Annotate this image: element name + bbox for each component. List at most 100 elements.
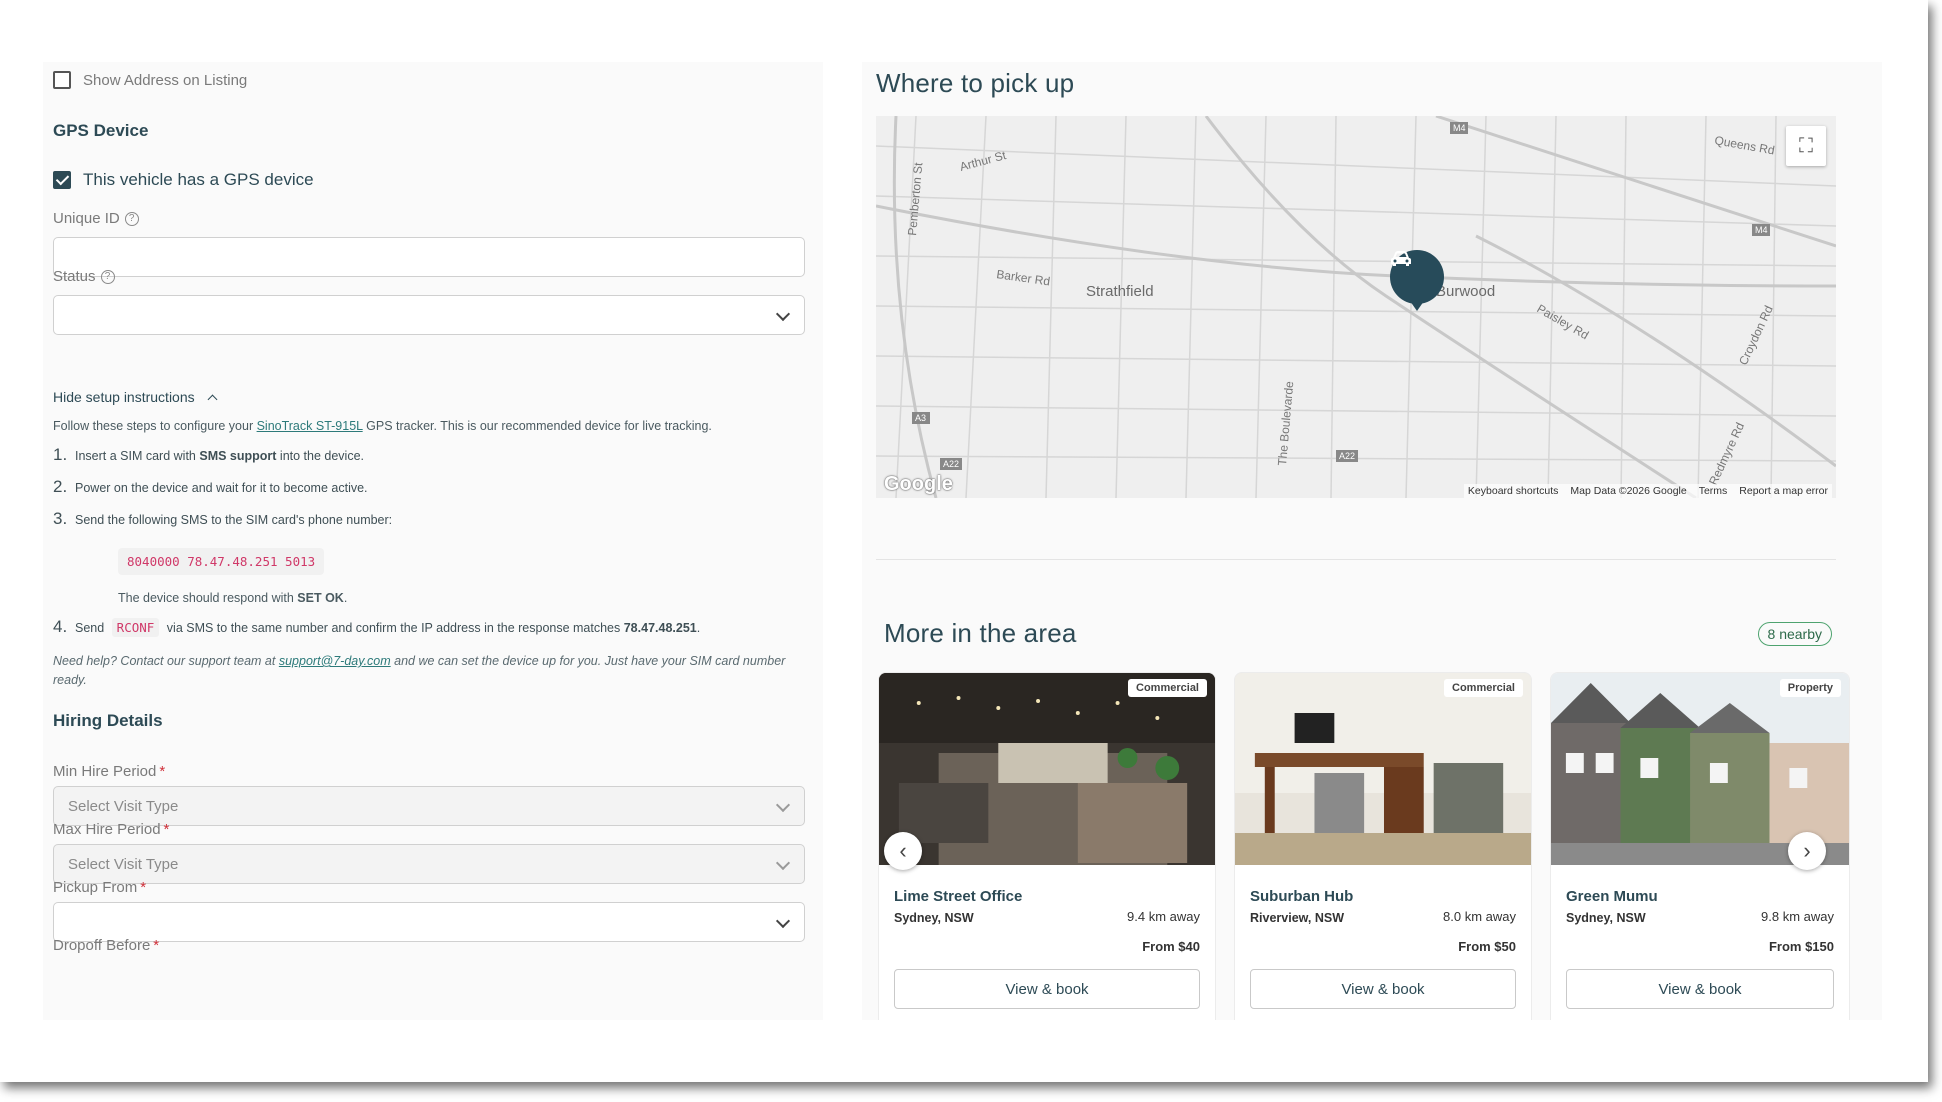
show-address-checkbox-row[interactable]: Show Address on Listing xyxy=(53,71,247,89)
listing-name[interactable]: Lime Street Office xyxy=(894,888,1022,905)
pickup-from-select[interactable] xyxy=(53,902,805,942)
map-streets: Arthur St Barker Rd Pemberton St Queens … xyxy=(876,116,1836,498)
max-hire-label-text: Max Hire Period xyxy=(53,821,161,838)
car-icon[interactable] xyxy=(1390,250,1444,311)
max-hire-placeholder: Select Visit Type xyxy=(68,855,179,873)
svg-text:A22: A22 xyxy=(1339,451,1355,461)
required-mark: * xyxy=(153,937,160,954)
view-book-button[interactable]: View & book xyxy=(1566,969,1834,1009)
map-label-strathfield: Strathfield xyxy=(1086,283,1154,300)
status-select[interactable] xyxy=(53,295,805,335)
required-mark: * xyxy=(140,879,147,896)
help-icon[interactable]: ? xyxy=(100,269,115,284)
category-tag: Property xyxy=(1779,679,1841,697)
pickup-from-label: Pickup From * xyxy=(53,879,146,896)
intro-text-after: GPS tracker. This is our recommended dev… xyxy=(362,419,712,433)
show-address-checkbox[interactable] xyxy=(53,71,71,89)
svg-text:M4: M4 xyxy=(1755,225,1768,235)
min-hire-placeholder: Select Visit Type xyxy=(68,797,179,815)
pickup-label-text: Pickup From xyxy=(53,879,138,896)
svg-text:A3: A3 xyxy=(915,413,926,423)
has-gps-checkbox-row[interactable]: This vehicle has a GPS device xyxy=(53,170,314,190)
listing-location: Riverview, NSW xyxy=(1250,911,1345,925)
step-number: 4. xyxy=(53,617,68,636)
listing-distance: 9.8 km away xyxy=(1761,909,1834,924)
location-panel: Where to pick up Arthur St Barker Rd Pem… xyxy=(862,62,1882,1020)
max-hire-label: Max Hire Period * xyxy=(53,821,169,838)
help-icon[interactable]: ? xyxy=(124,211,139,226)
support-email-link[interactable]: support@7-day.com xyxy=(279,654,391,668)
listing-location: Sydney, NSW xyxy=(894,911,974,925)
dropoff-before-label: Dropoff Before * xyxy=(53,937,159,954)
keyboard-shortcuts-link[interactable]: Keyboard shortcuts xyxy=(1468,485,1558,497)
terms-link[interactable]: Terms xyxy=(1699,485,1728,497)
nearby-title: More in the area xyxy=(884,618,1077,648)
step-text: into the device. xyxy=(276,449,365,463)
setup-step-4: 4. Send RCONF via SMS to the same number… xyxy=(53,617,700,637)
chevron-down-icon xyxy=(775,306,791,322)
category-tag: Commercial xyxy=(1444,679,1523,697)
step-text: Insert a SIM card with xyxy=(75,449,200,463)
listing-location: Sydney, NSW xyxy=(1566,911,1646,925)
nearby-count-badge: 8 nearby xyxy=(1757,622,1832,646)
min-hire-label: Min Hire Period * xyxy=(53,763,165,780)
max-hire-select[interactable]: Select Visit Type xyxy=(53,844,805,884)
rconf-code: RCONF xyxy=(111,618,160,637)
chevron-right-icon[interactable]: › xyxy=(1788,832,1826,870)
setup-step-3: 3. Send the following SMS to the SIM car… xyxy=(53,509,392,529)
min-hire-label-text: Min Hire Period xyxy=(53,763,157,780)
hiring-section-title: Hiring Details xyxy=(53,711,163,730)
office-photo xyxy=(1235,673,1531,865)
office-photo xyxy=(879,673,1215,865)
chevron-down-icon xyxy=(775,797,791,813)
show-address-label: Show Address on Listing xyxy=(83,71,248,89)
has-gps-label: This vehicle has a GPS device xyxy=(83,170,314,189)
step-text: Power on the device and wait for it to b… xyxy=(75,481,368,495)
setup-toggle-label: Hide setup instructions xyxy=(53,389,195,405)
unique-id-label: Unique ID ? xyxy=(53,210,139,227)
help-text: Need help? Contact our support team at xyxy=(53,654,279,668)
chevron-down-icon xyxy=(775,855,791,871)
listing-card[interactable]: Commercial Lime Street Office Sydney, NS… xyxy=(878,672,1216,1020)
view-book-button[interactable]: View & book xyxy=(1250,969,1516,1009)
view-book-button[interactable]: View & book xyxy=(894,969,1200,1009)
window-frame: Show Address on Listing GPS Device This … xyxy=(0,0,1928,1082)
setup-instructions-toggle[interactable]: Hide setup instructions xyxy=(53,389,218,405)
listing-price: From $40 xyxy=(1142,939,1200,954)
step-number: 1. xyxy=(53,445,68,464)
map-footer: Keyboard shortcuts Map Data ©2026 Google… xyxy=(1463,484,1832,498)
pickup-title: Where to pick up xyxy=(876,68,1075,98)
step-text: Send xyxy=(75,621,108,635)
svg-text:A22: A22 xyxy=(943,459,959,469)
step-text: . xyxy=(696,621,701,635)
expand-icon[interactable]: ⛶ xyxy=(1786,126,1826,166)
listing-distance: 8.0 km away xyxy=(1443,909,1516,924)
listing-card[interactable]: Commercial Suburban Hub Riverview, NSW 8… xyxy=(1234,672,1532,1020)
car-glyph xyxy=(1391,251,1411,266)
response-bold: SET OK xyxy=(297,591,344,605)
listing-price: From $150 xyxy=(1768,939,1834,954)
chevron-left-icon[interactable]: ‹ xyxy=(884,832,922,870)
device-response-note: The device should respond with SET OK. xyxy=(118,591,347,605)
category-tag: Commercial xyxy=(1128,679,1207,697)
listing-name[interactable]: Suburban Hub xyxy=(1250,888,1353,905)
google-logo: Google xyxy=(884,473,953,495)
setup-step-1: 1. Insert a SIM card with SMS support in… xyxy=(53,445,364,465)
response-text-end: . xyxy=(343,591,348,605)
device-link[interactable]: SinoTrack ST-915L xyxy=(257,419,363,433)
setup-step-2: 2. Power on the device and wait for it t… xyxy=(53,477,368,497)
unique-id-label-text: Unique ID xyxy=(53,210,120,227)
listing-price: From $50 xyxy=(1458,939,1516,954)
required-mark: * xyxy=(159,763,166,780)
sms-code-block: 8040000 78.47.48.251 5013 xyxy=(118,548,325,575)
min-hire-select[interactable]: Select Visit Type xyxy=(53,786,805,826)
report-error-link[interactable]: Report a map error xyxy=(1739,485,1828,497)
pickup-map[interactable]: Arthur St Barker Rd Pemberton St Queens … xyxy=(876,116,1836,498)
step-number: 3. xyxy=(53,509,68,528)
has-gps-checkbox[interactable] xyxy=(53,171,71,189)
map-data-text: Map Data ©2026 Google xyxy=(1570,485,1687,497)
support-help-text: Need help? Contact our support team at s… xyxy=(53,652,813,690)
unique-id-input[interactable] xyxy=(53,237,805,277)
listing-name[interactable]: Green Mumu xyxy=(1566,888,1658,905)
required-mark: * xyxy=(163,821,170,838)
